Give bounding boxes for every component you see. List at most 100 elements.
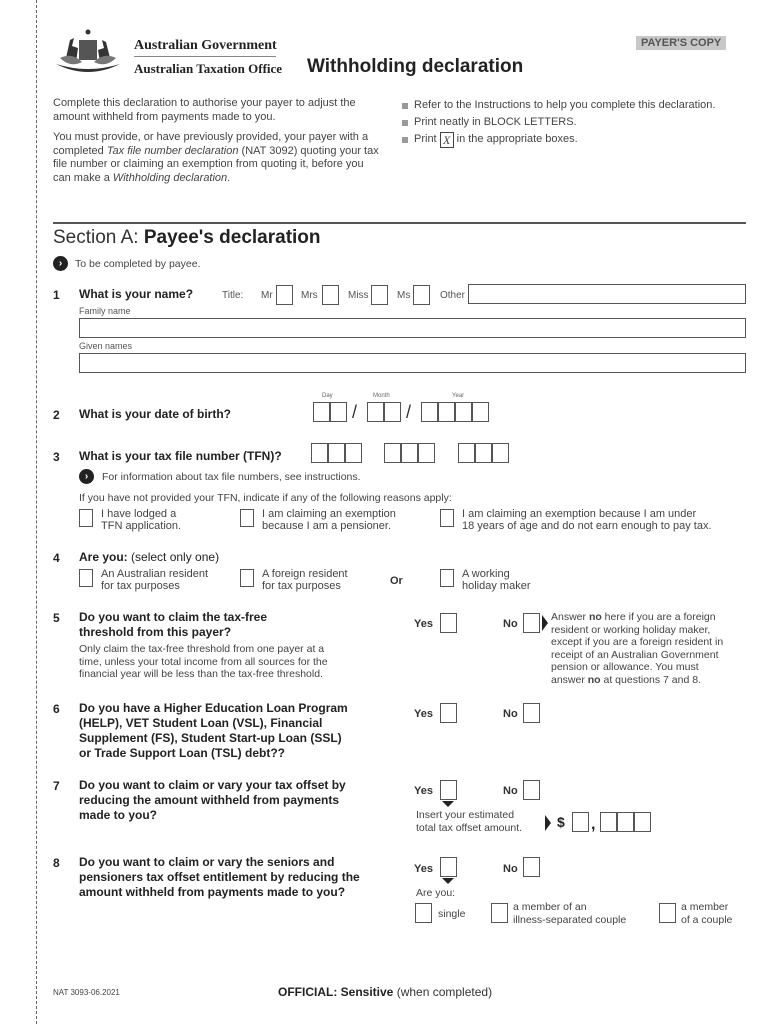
tfn-digit-8[interactable] <box>475 443 492 463</box>
description-line: time, unless your total income from all … <box>79 655 328 668</box>
pensioner-exemption-checkbox[interactable] <box>240 509 254 527</box>
title-ms-checkbox[interactable] <box>413 285 430 305</box>
tax-offset-yes-checkbox[interactable] <box>440 780 457 800</box>
tfn-digit-7[interactable] <box>458 443 475 463</box>
security-classification: OFFICIAL: Sensitive (when completed) <box>278 985 492 999</box>
illness-separated-couple-checkbox[interactable] <box>491 903 508 923</box>
tax-free-threshold-yes-checkbox[interactable] <box>440 613 457 633</box>
foreign-resident-label: A foreign resident for tax purposes <box>262 568 348 592</box>
note-text: at questions 7 and 8. <box>600 673 702 686</box>
question-text: What is your date of birth? <box>79 407 231 421</box>
thousands-separator: , <box>591 816 596 833</box>
tfn-digit-4[interactable] <box>384 443 401 463</box>
question-description: Only claim the tax-free threshold from o… <box>79 643 328 681</box>
option-line: of a couple <box>681 913 733 926</box>
yes-label: Yes <box>414 618 433 630</box>
australian-resident-label: An Australian resident for tax purposes <box>101 568 208 592</box>
title-miss-label: Miss <box>348 290 369 301</box>
tax-offset-instruction: Insert your estimated total tax offset am… <box>416 809 522 834</box>
seniors-offset-yes-checkbox[interactable] <box>440 857 457 877</box>
tfn-digit-3[interactable] <box>345 443 362 463</box>
single-label: single <box>438 908 466 920</box>
tfn-digit-9[interactable] <box>492 443 509 463</box>
question-sub: (select only one) <box>131 550 220 564</box>
question-text: Do you have a Higher Education Loan Prog… <box>79 701 348 761</box>
option-line: for tax purposes <box>101 580 180 592</box>
working-holiday-maker-checkbox[interactable] <box>440 569 454 587</box>
description-line: financial year will be less than the tax… <box>79 668 323 680</box>
question-number: 1 <box>53 288 60 302</box>
tfn-application-checkbox[interactable] <box>79 509 93 527</box>
option-line: a member of an <box>513 901 587 913</box>
dob-month-digit-1[interactable] <box>367 402 384 422</box>
tax-offset-units-digit[interactable] <box>634 812 651 832</box>
under-18-exemption-checkbox[interactable] <box>440 509 454 527</box>
dob-year-digit-3[interactable] <box>455 402 472 422</box>
question-number: 5 <box>53 611 60 625</box>
question-line: Do you want to claim or vary your tax of… <box>79 778 346 792</box>
tax-offset-hundreds-digit[interactable] <box>600 812 617 832</box>
question-text: Are you: (select only one) <box>79 550 219 565</box>
tfn-digit-1[interactable] <box>311 443 328 463</box>
dob-month-digit-2[interactable] <box>384 402 401 422</box>
currency-symbol: $ <box>557 814 565 830</box>
payers-copy-badge: PAYER'S COPY <box>636 36 727 50</box>
no-label: No <box>503 863 518 875</box>
dob-year-digit-1[interactable] <box>421 402 438 422</box>
dob-day-digit-1[interactable] <box>313 402 330 422</box>
tfn-digit-6[interactable] <box>418 443 435 463</box>
title-mr-label: Mr <box>261 290 273 301</box>
arrow-right-icon: › <box>79 469 94 484</box>
tfn-application-label: I have lodged a TFN application. <box>101 508 181 532</box>
instruction-text: Refer to the Instructions to help you co… <box>414 99 716 111</box>
question-number: 3 <box>53 450 60 464</box>
tfn-digit-5[interactable] <box>401 443 418 463</box>
description-line: Only claim the tax-free threshold from o… <box>79 643 325 655</box>
option-line: because I am a pensioner. <box>262 520 392 532</box>
coat-of-arms-icon <box>56 29 120 72</box>
given-names-input[interactable] <box>79 353 746 373</box>
study-loan-yes-checkbox[interactable] <box>440 703 457 723</box>
single-checkbox[interactable] <box>415 903 432 923</box>
question-line: Do you want to claim the tax-free <box>79 610 268 624</box>
australian-resident-checkbox[interactable] <box>79 569 93 587</box>
month-label: Month <box>373 393 390 399</box>
dob-year-digit-4[interactable] <box>472 402 489 422</box>
title-mrs-checkbox[interactable] <box>322 285 339 305</box>
form-title: Withholding declaration <box>307 56 524 77</box>
seniors-offset-no-checkbox[interactable] <box>523 857 540 877</box>
title-other-input[interactable] <box>468 284 746 304</box>
pointer-right-icon <box>545 815 551 831</box>
study-loan-no-checkbox[interactable] <box>523 703 540 723</box>
question-line: pensioners tax offset entitlement by red… <box>79 870 360 884</box>
instructions-list: Refer to the Instructions to help you co… <box>402 97 715 148</box>
tax-offset-tens-digit[interactable] <box>617 812 634 832</box>
title-mrs-label: Mrs <box>301 290 318 301</box>
family-name-label: Family name <box>79 306 131 316</box>
foreign-resident-checkbox[interactable] <box>240 569 254 587</box>
dob-day-digit-2[interactable] <box>330 402 347 422</box>
yes-label: Yes <box>414 708 433 720</box>
year-label: Year <box>452 393 465 399</box>
title-mr-checkbox[interactable] <box>276 285 293 305</box>
note-text: answer <box>551 673 588 686</box>
tax-free-threshold-no-checkbox[interactable] <box>523 613 540 633</box>
tax-offset-no-checkbox[interactable] <box>523 780 540 800</box>
cut-line <box>36 0 37 1024</box>
yes-label: Yes <box>414 785 433 797</box>
note-line: Answer no here if you are a foreign <box>551 611 723 624</box>
pointer-right-icon <box>542 615 548 631</box>
family-name-input[interactable] <box>79 318 746 338</box>
arrow-right-icon: › <box>53 256 68 271</box>
x-mark-example-icon: X <box>439 131 454 148</box>
tax-offset-thousands-digit[interactable] <box>572 812 589 832</box>
title-miss-checkbox[interactable] <box>371 285 388 305</box>
classification-label: OFFICIAL: Sensitive <box>278 985 394 999</box>
option-line: for tax purposes <box>262 580 341 592</box>
section-divider <box>53 222 746 224</box>
tfn-digit-2[interactable] <box>328 443 345 463</box>
intro-paragraph-1: Complete this declaration to authorise y… <box>53 97 356 123</box>
instruction-item: Print neatly in BLOCK LETTERS. <box>402 114 715 131</box>
dob-year-digit-2[interactable] <box>438 402 455 422</box>
member-of-couple-checkbox[interactable] <box>659 903 676 923</box>
